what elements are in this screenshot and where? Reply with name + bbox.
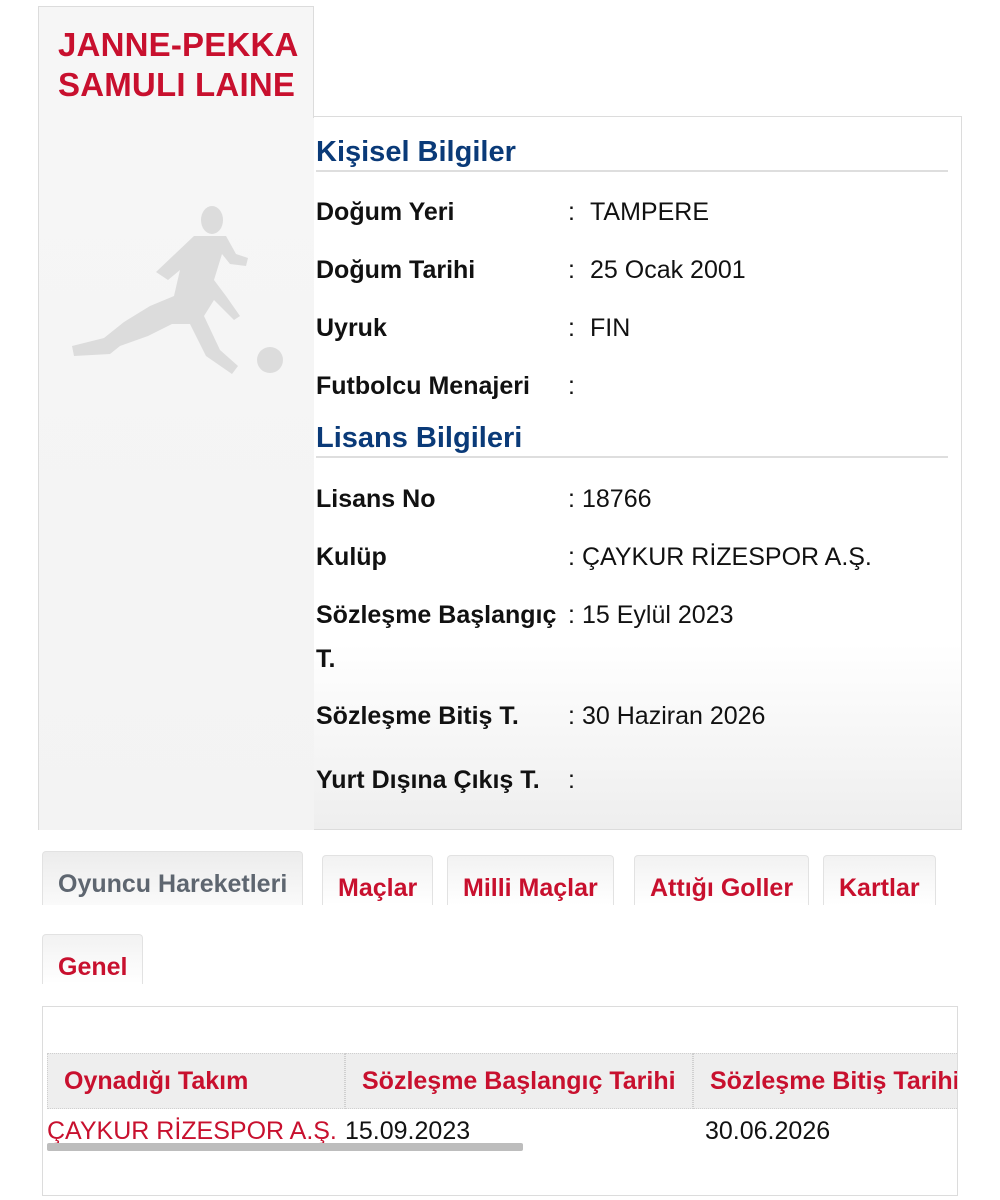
tab-player-movements[interactable]: Oyuncu Hareketleri [42,851,304,905]
birthplace-label: Doğum Yeri [316,198,455,226]
footballer-silhouette-icon [72,206,283,374]
player-name: JANNE-PEKKA SAMULI LAINE [58,25,299,105]
player-movements-table: Oynadığı Takım Sözleşme Başlangıç Tarihi… [42,1006,958,1196]
license-no-value: 18766 [582,485,652,513]
contract-end-value: 30 Haziran 2026 [582,702,766,730]
nationality-label: Uyruk [316,314,387,342]
tab-cards[interactable]: Kartlar [823,855,936,905]
player-name-line1: JANNE-PEKKA [58,26,299,63]
tab-national-matches[interactable]: Milli Maçlar [447,855,614,905]
column-header-team: Oynadığı Takım [47,1053,345,1109]
contract-start-label-line1: Sözleşme Başlangıç [316,601,557,629]
personal-info-title: Kişisel Bilgiler [316,136,948,172]
agent-label: Futbolcu Menajeri [316,372,530,400]
tab-matches[interactable]: Maçlar [322,855,434,905]
contract-start-label: Sözleşme Başlangıç T. [316,593,564,681]
abroad-exit-label: Yurt Dışına Çıkış T. [316,766,540,794]
horizontal-scrollbar[interactable] [47,1143,523,1151]
birthdate-value: 25 Ocak 2001 [590,256,746,284]
club-label: Kulüp [316,543,387,571]
tab-goals[interactable]: Attığı Goller [634,855,810,905]
club-value: ÇAYKUR RİZESPOR A.Ş. [582,543,872,571]
tab-general[interactable]: Genel [42,934,144,984]
birthplace-value: TAMPERE [590,198,709,226]
player-name-line2: SAMULI LAINE [58,66,296,103]
player-name-tab: JANNE-PEKKA SAMULI LAINE [38,6,314,118]
table-row-end-date: 30.06.2026 [705,1117,831,1145]
contract-end-label: Sözleşme Bitiş T. [316,702,519,730]
nationality-value: FIN [590,314,631,342]
license-no-label: Lisans No [316,485,436,513]
column-header-contract-end: Sözleşme Bitiş Tarihi [693,1053,957,1109]
birthdate-label: Doğum Tarihi [316,256,476,284]
contract-start-label-line2: T. [316,645,336,673]
contract-start-value: 15 Eylül 2023 [582,601,734,629]
license-info-title: Lisans Bilgileri [316,422,948,458]
column-header-contract-start: Sözleşme Başlangıç Tarihi [345,1053,693,1109]
